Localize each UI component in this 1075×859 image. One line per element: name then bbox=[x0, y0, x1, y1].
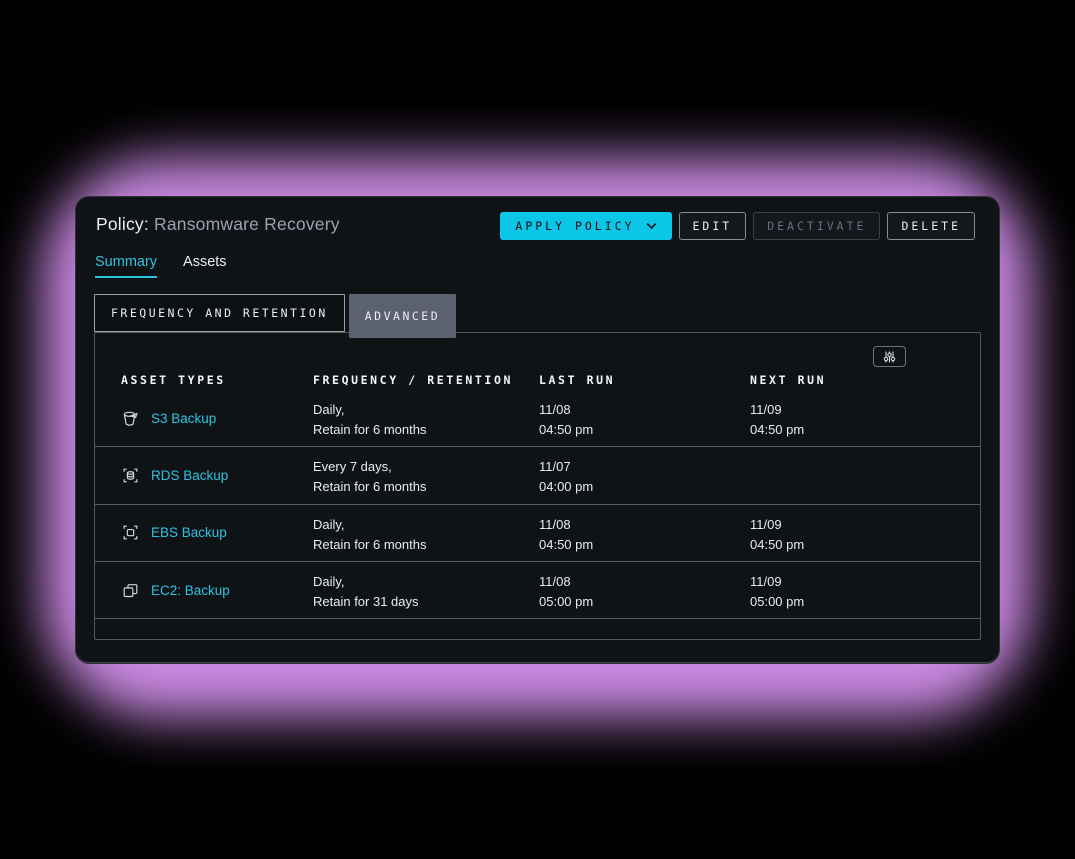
deactivate-button[interactable]: DEACTIVATE bbox=[753, 212, 880, 240]
main-tabs: Summary Assets bbox=[95, 254, 227, 278]
table-header: ASSET TYPES FREQUENCY / RETENTION LAST R… bbox=[95, 373, 980, 387]
next-run-cell: 11/09 04:50 pm bbox=[750, 390, 980, 446]
asset-link-s3[interactable]: S3 Backup bbox=[151, 411, 216, 426]
last-run-cell: 11/07 04:00 pm bbox=[539, 447, 750, 503]
next-run-cell: 11/09 04:50 pm bbox=[750, 505, 980, 561]
last-run-cell: 11/08 04:50 pm bbox=[539, 505, 750, 561]
asset-link-ebs[interactable]: EBS Backup bbox=[151, 525, 227, 540]
frequency-cell: Daily, Retain for 31 days bbox=[313, 562, 539, 618]
next-run-cell bbox=[750, 447, 980, 503]
table-row: EBS Backup Daily, Retain for 6 months 11… bbox=[95, 505, 980, 562]
policy-card: Policy: Ransomware Recovery APPLY POLICY… bbox=[75, 196, 1000, 664]
frequency-cell: Every 7 days, Retain for 6 months bbox=[313, 447, 539, 503]
action-buttons: APPLY POLICY EDIT DEACTIVATE DELETE bbox=[500, 212, 975, 240]
backup-schedule-panel: ASSET TYPES FREQUENCY / RETENTION LAST R… bbox=[94, 332, 981, 640]
asset-cell: EBS Backup bbox=[95, 505, 313, 561]
next-run-cell: 11/09 05:00 pm bbox=[750, 562, 980, 618]
tab-assets[interactable]: Assets bbox=[183, 254, 227, 278]
tab-advanced[interactable]: ADVANCED bbox=[349, 294, 456, 338]
tab-frequency-and-retention[interactable]: FREQUENCY AND RETENTION bbox=[94, 294, 345, 332]
table-row: EC2: Backup Daily, Retain for 31 days 11… bbox=[95, 562, 980, 619]
policy-name: Ransomware Recovery bbox=[154, 214, 340, 234]
apply-policy-button[interactable]: APPLY POLICY bbox=[500, 212, 671, 240]
filter-button[interactable] bbox=[873, 346, 906, 367]
asset-cell: S3 Backup bbox=[95, 390, 313, 446]
ec2-instance-icon bbox=[121, 581, 140, 600]
rds-database-icon bbox=[121, 466, 140, 485]
edit-button[interactable]: EDIT bbox=[679, 212, 747, 240]
page-title: Policy: Ransomware Recovery bbox=[96, 214, 340, 235]
table-row: S3 Backup Daily, Retain for 6 months 11/… bbox=[95, 390, 980, 447]
policy-title-label: Policy: bbox=[96, 214, 149, 234]
asset-cell: RDS Backup bbox=[95, 447, 313, 503]
column-header-last-run: LAST RUN bbox=[539, 373, 750, 387]
last-run-cell: 11/08 05:00 pm bbox=[539, 562, 750, 618]
frequency-cell: Daily, Retain for 6 months bbox=[313, 505, 539, 561]
asset-link-ec2[interactable]: EC2: Backup bbox=[151, 583, 230, 598]
table-body: S3 Backup Daily, Retain for 6 months 11/… bbox=[95, 390, 980, 619]
column-header-asset-types: ASSET TYPES bbox=[95, 373, 313, 387]
s3-bucket-icon bbox=[121, 409, 140, 428]
column-header-next-run: NEXT RUN bbox=[750, 373, 980, 387]
ebs-volume-icon bbox=[121, 523, 140, 542]
asset-cell: EC2: Backup bbox=[95, 562, 313, 618]
chevron-down-icon bbox=[646, 222, 657, 230]
filter-icon bbox=[882, 350, 897, 364]
tab-summary[interactable]: Summary bbox=[95, 254, 157, 278]
asset-link-rds[interactable]: RDS Backup bbox=[151, 468, 228, 483]
frequency-cell: Daily, Retain for 6 months bbox=[313, 390, 539, 446]
page-background: Policy: Ransomware Recovery APPLY POLICY… bbox=[0, 0, 1075, 859]
column-header-frequency-retention: FREQUENCY / RETENTION bbox=[313, 373, 539, 387]
table-row: RDS Backup Every 7 days, Retain for 6 mo… bbox=[95, 447, 980, 504]
delete-button[interactable]: DELETE bbox=[887, 212, 975, 240]
last-run-cell: 11/08 04:50 pm bbox=[539, 390, 750, 446]
